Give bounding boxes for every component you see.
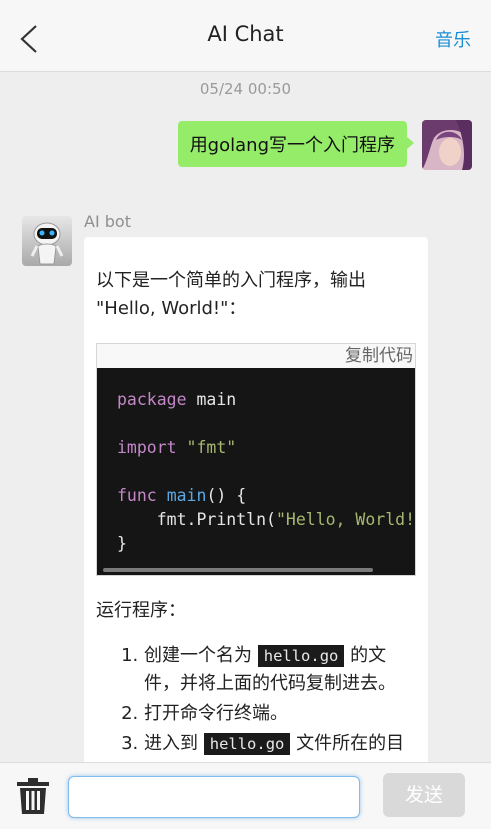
code-keyword: func: [117, 486, 157, 505]
run-section-title: 运行程序：: [96, 600, 186, 621]
inline-code: hello.go: [203, 733, 291, 755]
music-button[interactable]: 音乐: [435, 26, 471, 52]
bot-message-bubble: 以下是一个简单的入门程序，输出 "Hello, World!"： 复制代码 pa…: [84, 237, 428, 797]
user-avatar: [422, 120, 472, 170]
code-text: fmt.Println(: [117, 510, 276, 529]
page-title: AI Chat: [207, 22, 284, 46]
list-item: 打开命令行终端。: [144, 700, 416, 728]
send-button[interactable]: 发送: [383, 773, 465, 817]
code-block: 复制代码 package main import "fmt" func main…: [96, 343, 416, 576]
bot-intro-text: 以下是一个简单的入门程序，输出 "Hello, World!"：: [96, 270, 366, 319]
code-content: package main import "fmt" func main() { …: [97, 368, 415, 566]
copy-code-button[interactable]: 复制代码: [97, 344, 415, 368]
code-keyword: package: [117, 390, 187, 409]
message-input[interactable]: [68, 776, 360, 818]
message-timestamp: 05/24 00:50: [199, 80, 292, 98]
list-item: 创建一个名为 hello.go 的文件，并将上面的代码复制进去。: [144, 642, 416, 698]
code-text: () {: [206, 486, 247, 505]
inline-code: hello.go: [257, 645, 345, 667]
bot-name: AI bot: [84, 212, 131, 231]
app-header: AI Chat 音乐: [0, 0, 491, 72]
input-footer: 发送: [0, 762, 491, 829]
code-function: main: [166, 486, 207, 505]
bot-avatar: [22, 216, 72, 266]
user-message-bubble: 用golang写一个入门程序: [177, 121, 415, 167]
code-text: main: [186, 390, 237, 409]
code-keyword: import: [117, 438, 177, 457]
code-string: "fmt": [186, 438, 237, 457]
code-text: }: [117, 534, 127, 553]
code-horizontal-scrollbar[interactable]: [103, 568, 373, 572]
trash-icon[interactable]: [16, 777, 50, 815]
code-string: "Hello, World!": [275, 510, 415, 529]
